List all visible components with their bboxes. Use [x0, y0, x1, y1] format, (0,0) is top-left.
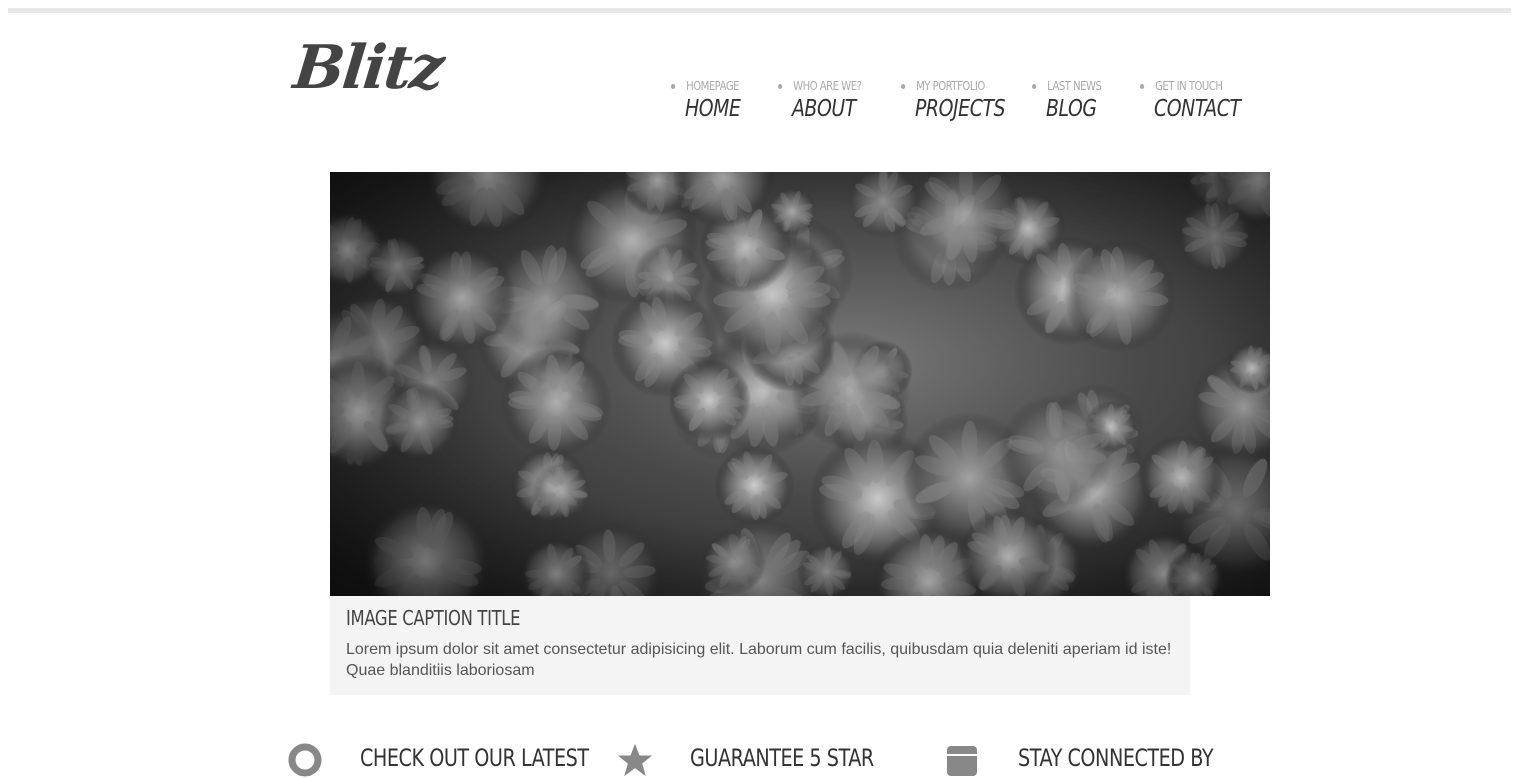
nav-item-subtitle: Homepage: [671, 78, 742, 94]
nav-subtitle-text: Get in touch: [1155, 79, 1223, 93]
feature-latest: Check out our latest: [287, 738, 589, 777]
bullet-icon: [1140, 84, 1145, 89]
nav-item-subtitle: Last news: [1032, 78, 1102, 94]
nav-item-subtitle: My portfolio: [901, 78, 1008, 94]
caption-text: Lorem ipsum dolor sit amet consectetur a…: [346, 641, 1172, 679]
feature-star: Guarantee 5 star: [617, 738, 917, 777]
bullet-icon: [1032, 84, 1037, 89]
feature-title: Stay connected by: [1018, 744, 1214, 772]
nav-subtitle-text: Homepage: [686, 79, 740, 93]
nav-item-home[interactable]: Homepage Home: [671, 78, 756, 122]
map-pin-icon: [288, 743, 322, 777]
bullet-icon: [901, 84, 906, 89]
feature-title: Guarantee 5 star: [690, 744, 874, 772]
feature-connected: Stay connected by: [945, 738, 1245, 776]
nav-subtitle-text: My portfolio: [916, 79, 985, 93]
main-navigation: Homepage Home Who are we? About My portf…: [0, 78, 1519, 128]
nav-item-about[interactable]: Who are we? About: [778, 78, 877, 122]
nav-item-contact[interactable]: Get in touch Contact: [1140, 78, 1263, 122]
succulent-photo: [330, 172, 1270, 596]
top-divider: [8, 8, 1511, 13]
image-caption: Image Caption Title Lorem ipsum dolor si…: [330, 596, 1190, 695]
nav-item-label[interactable]: About: [778, 96, 859, 122]
nav-item-subtitle: Who are we?: [778, 78, 862, 94]
nav-subtitle-text: Last news: [1047, 79, 1102, 93]
caption-title: Image Caption Title: [346, 606, 521, 630]
calendar-icon: [947, 746, 977, 776]
nav-subtitle-text: Who are we?: [793, 79, 862, 93]
nav-item-subtitle: Get in touch: [1140, 78, 1243, 94]
nav-item-label[interactable]: Blog: [1032, 96, 1100, 122]
nav-item-label[interactable]: Contact: [1140, 96, 1241, 122]
bullet-icon: [778, 84, 783, 89]
feature-title: Check out our latest: [360, 744, 589, 772]
nav-item-label[interactable]: Projects: [901, 96, 1006, 122]
bullet-icon: [671, 84, 676, 89]
hero-image: [330, 172, 1270, 596]
nav-item-projects[interactable]: My portfolio Projects: [901, 78, 1028, 122]
nav-item-blog[interactable]: Last news Blog: [1032, 78, 1115, 122]
nav-item-label[interactable]: Home: [671, 96, 741, 122]
star-icon: [617, 743, 653, 777]
